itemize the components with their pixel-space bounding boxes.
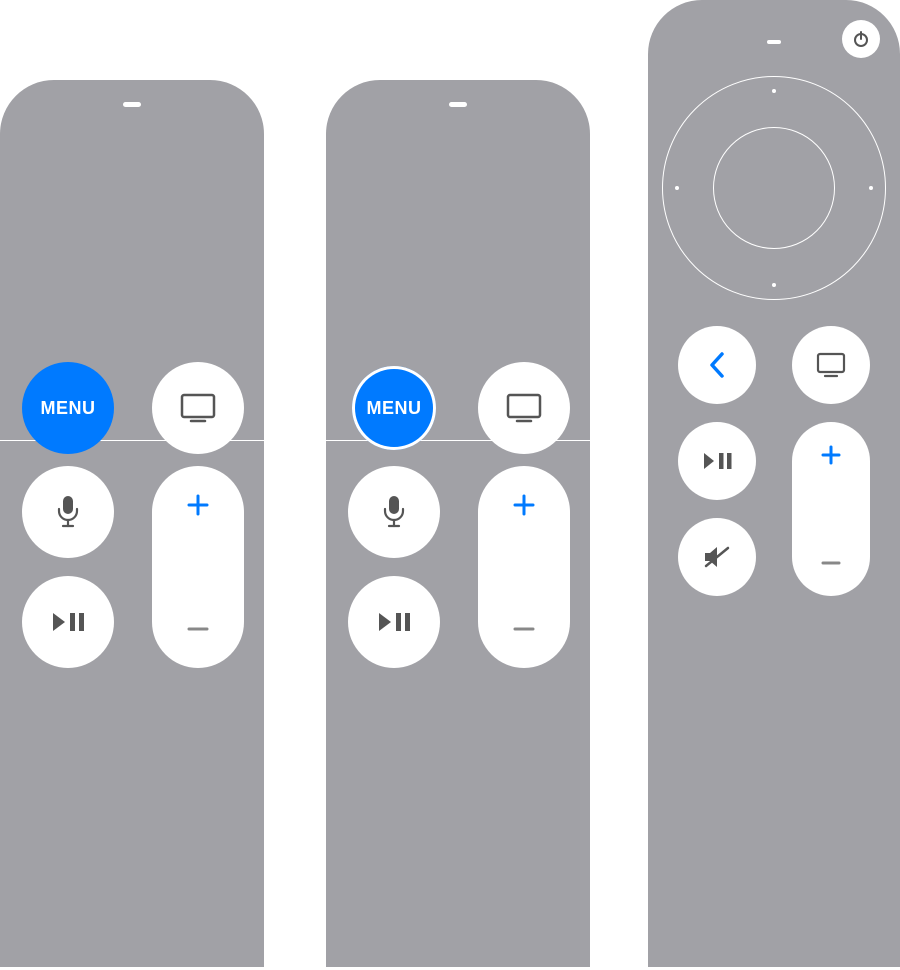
volume-down-icon (820, 552, 842, 574)
power-icon (852, 30, 870, 48)
siri-remote-2nd-gen (648, 0, 900, 967)
clickpad-dot-right (869, 186, 873, 190)
play-pause-icon (702, 451, 732, 471)
play-pause-button[interactable] (348, 576, 440, 668)
mute-button[interactable] (678, 518, 756, 596)
volume-rocker[interactable] (478, 466, 570, 668)
volume-up-icon (511, 492, 537, 518)
play-pause-button[interactable] (22, 576, 114, 668)
clickpad-dot-left (675, 186, 679, 190)
menu-button[interactable]: MENU (352, 366, 436, 450)
siri-button[interactable] (22, 466, 114, 558)
microphone-icon (57, 495, 79, 529)
tv-button[interactable] (478, 362, 570, 454)
microphone-icon (383, 495, 405, 529)
menu-button-label: MENU (41, 398, 96, 419)
play-pause-icon (377, 611, 411, 633)
clickpad-dot-up (772, 89, 776, 93)
power-button[interactable] (842, 20, 880, 58)
volume-rocker[interactable] (792, 422, 870, 596)
play-pause-icon (51, 611, 85, 633)
clickpad-ring[interactable] (662, 76, 886, 300)
indicator-led (123, 102, 141, 107)
tv-icon (180, 393, 216, 423)
volume-rocker[interactable] (152, 466, 244, 668)
siri-remote-1st-gen: MENU (0, 80, 264, 967)
play-pause-button[interactable] (678, 422, 756, 500)
clickpad-dot-down (772, 283, 776, 287)
clickpad-center[interactable] (713, 127, 835, 249)
back-button[interactable] (678, 326, 756, 404)
chevron-left-icon (708, 351, 726, 379)
tv-icon (506, 393, 542, 423)
indicator-led (767, 40, 781, 44)
volume-down-icon (511, 616, 537, 642)
menu-button-label: MENU (367, 398, 422, 419)
tv-button[interactable] (152, 362, 244, 454)
volume-down-icon (185, 616, 211, 642)
volume-up-icon (185, 492, 211, 518)
tv-button[interactable] (792, 326, 870, 404)
siri-button[interactable] (348, 466, 440, 558)
indicator-led (449, 102, 467, 107)
mute-icon (702, 544, 732, 570)
menu-button[interactable]: MENU (22, 362, 114, 454)
tv-icon (816, 352, 846, 378)
siri-remote-1st-gen-alt: MENU (326, 80, 590, 967)
volume-up-icon (820, 444, 842, 466)
